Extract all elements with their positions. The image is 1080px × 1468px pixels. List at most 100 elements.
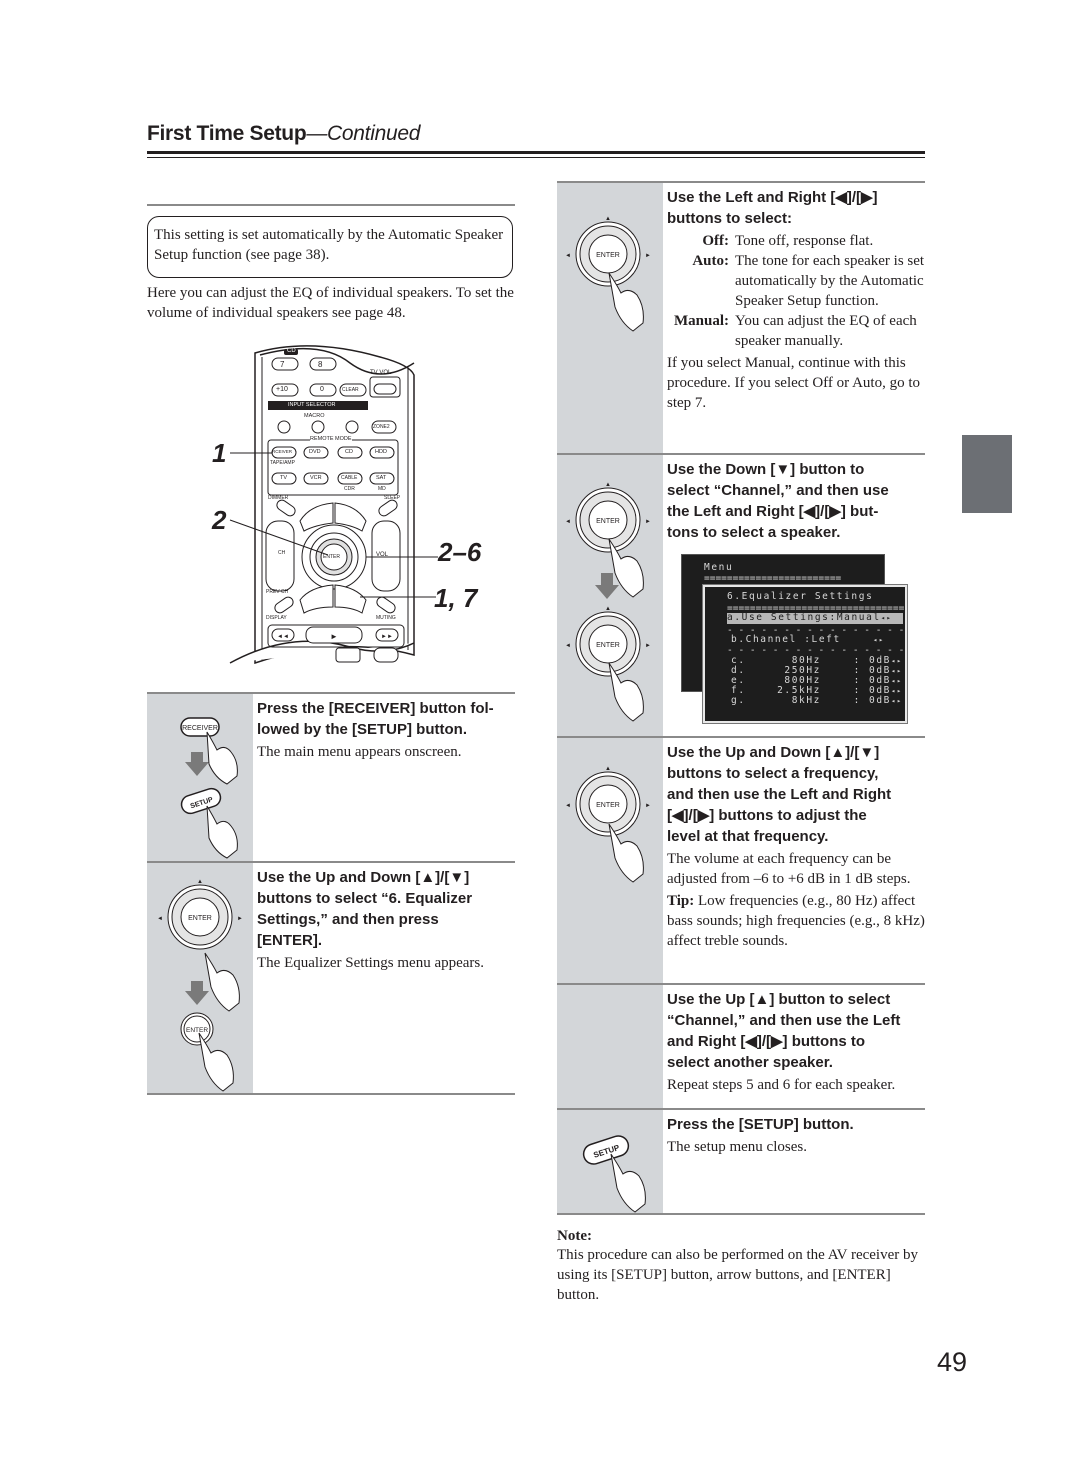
remote-btn-plus10: +10 — [276, 386, 288, 393]
remote-btn-7: 7 — [280, 360, 285, 369]
step-2: ENTER ▲ ◄ ► ENTER Use the Up and Down [▲… — [147, 861, 515, 1094]
remote-label-display: DISPLAY — [266, 615, 287, 621]
svg-text:ENTER: ENTER — [596, 518, 620, 525]
heading-line: Use the Up and Down [▲]/[▼] — [257, 869, 470, 886]
heading-line: Use the Up [▲] button to select — [667, 991, 891, 1008]
header-rule-thin — [147, 157, 925, 158]
remote-btn-zone2: ZONE2 — [373, 424, 390, 430]
svg-text:◄: ◄ — [565, 643, 571, 649]
step-3: ENTER ▲ ◄ ► Use the Left and Right [◀]/[… — [557, 181, 925, 454]
step-gutter: ENTER ▲ ◄ ► — [557, 736, 663, 984]
step-2-heading: Use the Up and Down [▲]/[▼] buttons to se… — [257, 867, 515, 951]
option-off: Off: Tone off, response flat. — [667, 231, 925, 251]
step-7: SETUP Press the [SETUP] button. The setu… — [557, 1108, 925, 1214]
svg-text:ENTER: ENTER — [596, 802, 620, 809]
heading-line: level at that frequency. — [667, 828, 829, 845]
osd-left-right-icon: ◂▸ — [891, 667, 903, 675]
remote-label-vol: VOL — [376, 552, 389, 558]
heading-line: the Left and Right [◀]/[▶] but- — [667, 503, 879, 520]
osd-use-settings-value: Manual — [836, 612, 881, 623]
step-gutter: SETUP — [557, 1108, 663, 1214]
page-number: 49 — [937, 1347, 968, 1377]
osd-channel-value: Left — [811, 634, 841, 645]
remote-label-sleep: SLEEP — [384, 495, 401, 501]
option-term: Manual: — [673, 313, 729, 329]
svg-text:►: ► — [645, 519, 651, 525]
intro-text: Here you can adjust the EQ of individual… — [147, 285, 514, 321]
step-7-text: The setup menu closes. — [667, 1139, 807, 1155]
heading-line: [◀]/[▶] buttons to adjust the — [667, 807, 867, 824]
options-list: Off: Tone off, response flat. Auto: The to… — [667, 231, 925, 351]
remote-btn-hdd: HDD — [375, 449, 387, 455]
enter-dial-down-press-icon: ENTER ▲ ◄ ► ENTER ▲ ◄ ► — [565, 482, 651, 722]
remote-btn-dvd: DVD — [309, 449, 321, 455]
remote-label-ch: CH — [278, 550, 286, 556]
svg-text:RECEIVER: RECEIVER — [182, 725, 218, 732]
step-divider — [557, 453, 925, 455]
note-text: This procedure can also be performed on … — [557, 1247, 918, 1303]
remote-btn-enter: ENTER — [323, 554, 340, 560]
remote-label-macro: MACRO — [304, 413, 325, 419]
osd-band-level: 0dB — [869, 695, 891, 706]
heading-line: select another speaker. — [667, 1054, 833, 1071]
svg-text:▲: ▲ — [605, 482, 611, 488]
svg-text:◄: ◄ — [565, 803, 571, 809]
callout-1-7: 1, 7 — [434, 583, 478, 613]
right-bottom-rule — [557, 1213, 925, 1215]
osd-use-settings-row: a.Use Settings:Manual◂▸ — [727, 613, 903, 624]
remote-btn-clear: CLEAR — [342, 387, 359, 393]
remote-control-icon: ► ◄◄ ►► — [229, 345, 438, 665]
heading-line: buttons to select: — [667, 210, 793, 227]
heading-line: Settings,” and then press — [257, 911, 439, 928]
section-rule — [147, 204, 515, 206]
svg-text:▲: ▲ — [605, 216, 611, 222]
step-gutter: ENTER ▲ ◄ ► ENTER ▲ ◄ ► — [557, 453, 663, 737]
option-def: The tone for each speaker is set automat… — [735, 253, 925, 309]
callout-2-6: 2–6 — [438, 537, 482, 567]
heading-line: select “Channel,” and then use — [667, 482, 889, 499]
remote-btn-tv: TV — [280, 475, 288, 481]
osd-channel-row: b.Channel :Left — [731, 634, 841, 645]
remote-label-input-selector: INPUT SELECTOR — [288, 402, 336, 408]
svg-text:▲: ▲ — [605, 766, 611, 772]
left-bottom-rule — [147, 1093, 515, 1095]
option-def: You can adjust the EQ of each speaker ma… — [735, 313, 917, 349]
svg-text:►►: ►► — [381, 634, 393, 640]
heading-line: tons to select a speaker. — [667, 524, 841, 541]
step-5: ENTER ▲ ◄ ► Use the Up and Down [▲]/[▼] b… — [557, 736, 925, 984]
step-gutter: RECEIVER SETUP — [147, 692, 253, 862]
svg-text:►: ► — [645, 803, 651, 809]
osd-band-row: g. 8kHz:0dB ◂▸ — [731, 696, 903, 706]
remote-label-tape-amp: TAPE/AMP — [270, 460, 295, 466]
remote-label-dimmer: DIMMER — [268, 495, 289, 501]
remote-label-md: MD — [378, 486, 386, 492]
osd-left-right-icon: ◂▸ — [873, 636, 885, 644]
step-6-heading: Use the Up [▲] button to select “Channel,… — [667, 989, 925, 1073]
remote-btn-cd: CD — [345, 449, 353, 455]
osd-use-settings-label: a.Use Settings — [727, 612, 830, 623]
remote-label-tv-vol: TV VOL — [370, 370, 392, 376]
remote-btn-cable: CABLE — [341, 475, 358, 481]
heading-line: and Right [◀]/[▶] buttons to — [667, 1033, 866, 1050]
step-5-tip: Tip: Low frequencies (e.g., 80 Hz) affec… — [667, 891, 925, 951]
step-gutter: ENTER ▲ ◄ ► — [557, 181, 663, 454]
step-5-heading: Use the Up and Down [▲]/[▼] buttons to se… — [667, 742, 925, 847]
heading-line: Press the [RECEIVER] button fol- — [257, 700, 494, 717]
note-title: Note: — [557, 1228, 592, 1244]
osd-left-right-icon: ◂▸ — [891, 657, 903, 665]
heading-line: and then use the Left and Right — [667, 786, 892, 803]
osd-eq-title: 6.Equalizer Settings — [727, 591, 874, 602]
svg-text:ENTER: ENTER — [186, 1027, 208, 1034]
step-gutter — [557, 983, 663, 1109]
svg-text:►: ► — [645, 643, 651, 649]
step-divider — [557, 1108, 925, 1110]
osd-band-colon: : — [853, 695, 861, 706]
step-3-text: If you select Manual, continue with this… — [667, 355, 920, 411]
receiver-setup-press-icon: RECEIVER SETUP — [180, 717, 238, 859]
step-3-heading: Use the Left and Right [◀]/[▶] buttons to… — [667, 187, 925, 229]
remote-btn-vcr: VCR — [310, 475, 322, 481]
svg-text:►: ► — [645, 253, 651, 259]
osd-band-freq: 8kHz — [791, 695, 821, 706]
auto-setup-callout: This setting is set automatically by the… — [147, 216, 513, 278]
step-5-text: The volume at each frequency can be adju… — [667, 851, 911, 887]
